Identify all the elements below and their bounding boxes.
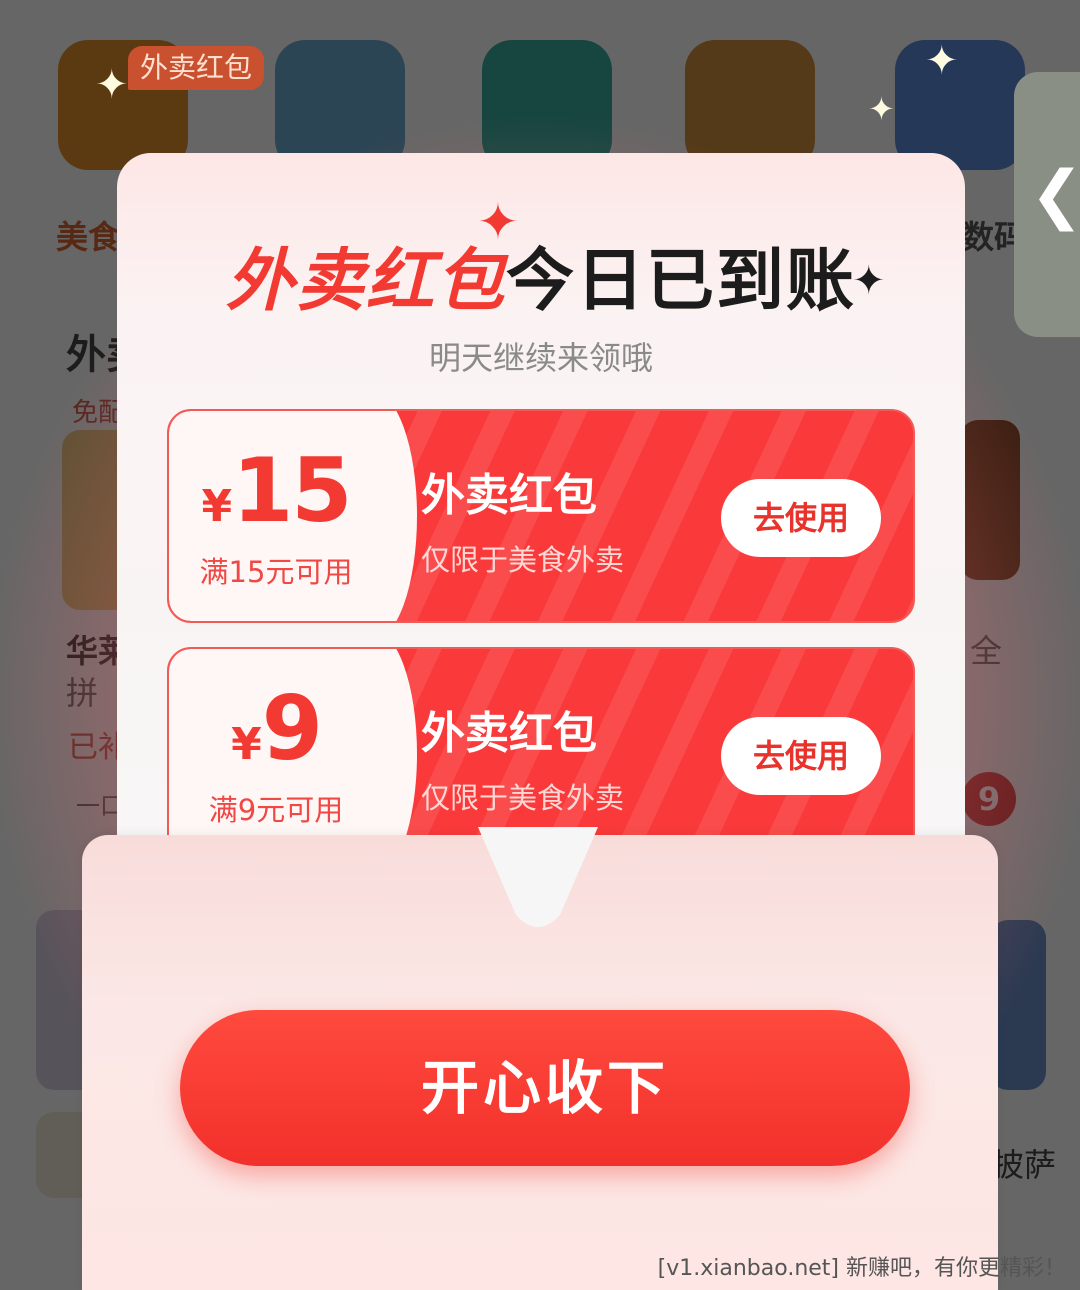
accept-button[interactable]: 开心收下: [180, 1010, 910, 1166]
coupon-desc: 仅限于美食外卖: [421, 781, 625, 815]
coupon-value: 15: [232, 439, 352, 542]
chevron-left-icon: ❮: [1030, 158, 1080, 232]
coupon-amount: ¥9: [169, 677, 383, 780]
modal-title-dark: 今日已到账: [506, 242, 857, 321]
category-tag: 外卖红包: [128, 46, 265, 90]
coupon-title: 外卖红包: [421, 708, 597, 759]
redpacket-modal: ✦ ✦ 外卖红包今日已到账 明天继续来领哦 ¥15 满15元可用 外卖红包 仅限…: [117, 153, 965, 913]
coupon-desc: 仅限于美食外卖: [421, 543, 625, 577]
watermark: [v1.xianbao.net] 新赚吧，有你更精彩！: [657, 1256, 1066, 1281]
coupon-title: 外卖红包: [421, 470, 597, 521]
modal-title: 外卖红包今日已到账: [117, 225, 965, 324]
use-coupon-button[interactable]: 去使用: [721, 717, 881, 795]
coupon-value: 9: [261, 677, 323, 780]
use-coupon-button[interactable]: 去使用: [721, 479, 881, 557]
modal-subtitle: 明天继续来领哦: [428, 339, 653, 377]
sparkle-icon: ✦: [925, 38, 959, 84]
modal-title-red: 外卖红包: [225, 242, 506, 321]
coupon-card[interactable]: ¥15 满15元可用 外卖红包 仅限于美食外卖 去使用: [167, 409, 915, 623]
coupon-condition: 满9元可用: [208, 793, 344, 827]
side-collapse-tab[interactable]: ❮: [1014, 72, 1080, 337]
coupon-condition: 满15元可用: [199, 555, 353, 589]
sparkle-icon: ✦: [868, 90, 895, 128]
sparkle-icon: ✦: [95, 62, 129, 108]
envelope-notch: [478, 827, 598, 927]
coupon-amount: ¥15: [169, 439, 383, 542]
currency-symbol: ¥: [231, 719, 262, 770]
currency-symbol: ¥: [201, 481, 233, 532]
